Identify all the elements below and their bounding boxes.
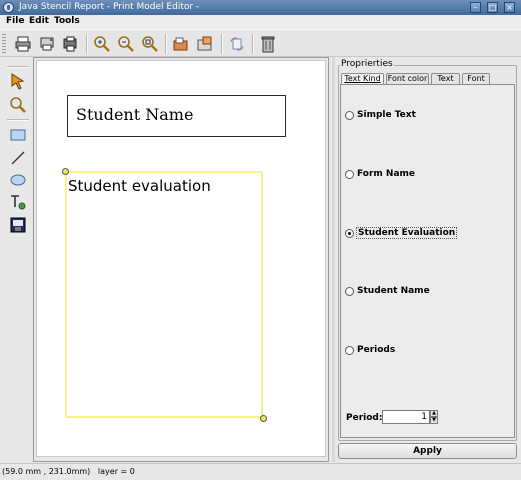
properties-title: Proprierties	[340, 59, 394, 69]
zoom-icon	[10, 97, 26, 113]
spinner-down-icon[interactable]: ▼	[430, 417, 438, 424]
properties-panel: Proprierties Text Kind Font color Text F…	[337, 57, 518, 461]
refresh-icon	[230, 37, 244, 51]
toolbar-separator	[252, 34, 254, 54]
menu-edit[interactable]: Edit	[29, 16, 49, 26]
window-title: Java Stencil Report - Print Model Editor…	[19, 2, 200, 12]
zoom-out-icon	[118, 36, 134, 52]
text-kind-panel: Simple Text Form Name Student Evaluation…	[340, 84, 515, 438]
zoom-tool-button[interactable]	[7, 94, 29, 115]
tab-text-kind[interactable]: Text Kind	[341, 73, 384, 84]
rectangle-icon	[10, 129, 26, 141]
print-preview-button[interactable]	[61, 33, 82, 55]
status-text: (59.0 mm , 231.0mm) layer = 0	[2, 467, 135, 476]
tab-font-color[interactable]: Font color	[386, 73, 429, 84]
report-canvas[interactable]: Student Name Student evaluation	[33, 57, 329, 462]
title-bar: Java Stencil Report - Print Model Editor…	[0, 0, 521, 15]
period-input[interactable]	[382, 410, 430, 424]
zoom-out-button[interactable]	[116, 33, 137, 55]
image-tool-button[interactable]	[7, 214, 29, 235]
radio-button[interactable]	[345, 287, 354, 296]
student-evaluation-field[interactable]: Student evaluation	[65, 171, 263, 418]
print-setup-icon	[40, 37, 54, 51]
status-bar: (59.0 mm , 231.0mm) layer = 0	[0, 463, 521, 480]
apply-button[interactable]: Apply	[338, 443, 517, 459]
app-icon[interactable]	[3, 2, 14, 13]
toolbar-grip[interactable]	[2, 34, 6, 54]
tab-text[interactable]: Text	[431, 73, 460, 84]
refresh-button[interactable]	[227, 33, 248, 55]
tools-toolbar	[4, 65, 30, 460]
trash-icon	[261, 36, 275, 53]
period-label: Period:	[346, 413, 383, 423]
ellipse-tool-button[interactable]	[7, 169, 29, 190]
student-evaluation-text: Student evaluation	[68, 177, 211, 195]
text-icon	[11, 195, 26, 210]
zoom-fit-button[interactable]	[140, 33, 161, 55]
zoom-in-icon	[94, 36, 110, 52]
menu-tools[interactable]: Tools	[54, 16, 80, 26]
main-toolbar	[0, 29, 521, 57]
toolbar-separator	[165, 34, 167, 54]
student-name-text: Student Name	[76, 105, 194, 124]
save-button[interactable]	[195, 33, 216, 55]
toolbar-separator	[7, 119, 29, 121]
radio-button[interactable]	[345, 170, 354, 179]
spinner-up-icon[interactable]: ▲	[430, 410, 438, 417]
zoom-in-button[interactable]	[92, 33, 113, 55]
toolbar-separator	[221, 34, 223, 54]
zoom-fit-icon	[142, 36, 158, 52]
text-tool-button[interactable]	[7, 191, 29, 212]
radio-button[interactable]	[345, 229, 354, 238]
ellipse-icon	[10, 174, 26, 186]
toolbar-separator	[7, 66, 29, 68]
print-setup-button[interactable]	[37, 33, 58, 55]
line-icon	[11, 151, 25, 165]
delete-button[interactable]	[258, 33, 279, 55]
maximize-button[interactable]: □	[487, 2, 498, 13]
pointer-icon	[11, 73, 25, 90]
resize-handle-bottom-right[interactable]	[260, 415, 267, 422]
tab-font[interactable]: Font	[462, 73, 490, 84]
print-button[interactable]	[13, 33, 34, 55]
period-spinner[interactable]: ▲ ▼	[382, 410, 438, 424]
toolbar-separator	[86, 34, 88, 54]
open-icon	[173, 37, 188, 51]
print-preview-icon	[63, 36, 77, 52]
rectangle-tool-button[interactable]	[7, 124, 29, 145]
menu-file[interactable]: File	[6, 16, 24, 26]
close-button[interactable]: ×	[504, 2, 515, 13]
save-icon	[197, 36, 212, 51]
image-icon	[10, 217, 26, 233]
menu-bar: File Edit Tools	[0, 15, 521, 29]
open-button[interactable]	[171, 33, 192, 55]
report-page[interactable]: Student Name Student evaluation	[36, 60, 326, 457]
print-icon	[15, 36, 31, 52]
radio-button[interactable]	[345, 111, 354, 120]
resize-handle-top-left[interactable]	[62, 168, 69, 175]
minimize-button[interactable]: –	[470, 2, 481, 13]
split-pane-divider[interactable]	[332, 57, 335, 462]
pointer-tool-button[interactable]	[7, 70, 29, 91]
line-tool-button[interactable]	[7, 147, 29, 168]
student-name-field[interactable]: Student Name	[67, 95, 286, 137]
radio-button[interactable]	[345, 346, 354, 355]
